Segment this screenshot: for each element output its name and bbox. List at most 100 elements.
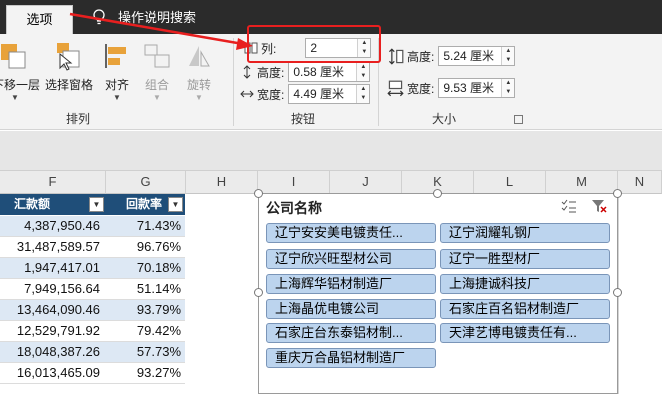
arrange-group-label: 排列 bbox=[66, 112, 91, 126]
slicer-item[interactable]: 石家庄百名铝材制造厂 bbox=[440, 299, 610, 319]
resize-handle[interactable] bbox=[613, 288, 622, 297]
resize-handle[interactable] bbox=[613, 189, 622, 198]
width-icon bbox=[240, 90, 254, 98]
group-icon bbox=[144, 44, 170, 68]
slicer-item[interactable]: 辽宁安安美电镀责任... bbox=[266, 223, 436, 243]
spinner-arrows[interactable]: ▲ ▼ bbox=[356, 85, 370, 103]
slicer-height-spinner[interactable]: 5.24 厘米 ▲ ▼ bbox=[438, 46, 516, 66]
cell-remittance[interactable]: 1,947,417.01 bbox=[24, 258, 100, 278]
filter-dropdown-icon[interactable]: ▼ bbox=[168, 197, 183, 212]
slicer-width-spinner[interactable]: 9.53 厘米 ▲ ▼ bbox=[438, 78, 516, 98]
cell-rate[interactable]: 93.27% bbox=[137, 363, 181, 383]
cell-remittance[interactable]: 16,013,465.09 bbox=[17, 363, 100, 383]
column-header-l[interactable]: L bbox=[474, 171, 546, 194]
height-icon bbox=[243, 65, 251, 79]
chevron-down-icon: ▼ bbox=[195, 93, 203, 102]
size-group-label: 大小 bbox=[432, 112, 457, 126]
slicer-item[interactable]: 辽宁一胜型材厂 bbox=[440, 249, 610, 269]
rotate-button[interactable]: 旋转 ▼ bbox=[183, 40, 215, 118]
resize-handle[interactable] bbox=[254, 288, 263, 297]
slicer-item[interactable]: 上海晶优电镀公司 bbox=[266, 299, 436, 319]
annotation-callout-box bbox=[247, 25, 381, 63]
lightbulb-icon[interactable] bbox=[92, 9, 106, 27]
clear-filter-icon[interactable] bbox=[591, 199, 607, 213]
slicer-height-value[interactable]: 5.24 厘米 bbox=[439, 47, 501, 65]
selection-pane-button[interactable]: 选择窗格 bbox=[44, 40, 94, 118]
button-width-row: 宽度: 4.49 厘米 ▲ ▼ bbox=[240, 84, 371, 104]
column-header-j[interactable]: J bbox=[330, 171, 402, 194]
cell-rate[interactable]: 96.76% bbox=[137, 237, 181, 257]
height-icon bbox=[388, 47, 404, 65]
align-button[interactable]: 对齐 ▼ bbox=[101, 40, 133, 118]
cell-rate[interactable]: 79.42% bbox=[137, 321, 181, 341]
company-slicer[interactable]: 公司名称 辽宁安安美电镀责任... 辽宁润耀轧钢厂 辽宁欣兴旺型材公司 辽宁一胜… bbox=[258, 193, 618, 394]
formula-bar-area bbox=[0, 131, 662, 171]
resize-handle[interactable] bbox=[433, 189, 442, 198]
slicer-item[interactable]: 辽宁欣兴旺型材公司 bbox=[266, 249, 436, 269]
dialog-launcher-icon[interactable] bbox=[514, 115, 523, 124]
table-row: 18,048,387.26 57.73% bbox=[0, 342, 185, 363]
cell-remittance[interactable]: 18,048,387.26 bbox=[17, 342, 100, 362]
tell-me-search[interactable]: 操作说明搜索 bbox=[118, 9, 196, 27]
slicer-height-label: 高度: bbox=[407, 49, 435, 64]
cell-remittance[interactable]: 12,529,791.92 bbox=[17, 321, 100, 341]
column-header-h[interactable]: H bbox=[186, 171, 258, 194]
slicer-item[interactable]: 上海捷诚科技厂 bbox=[440, 274, 610, 294]
cell-rate[interactable]: 93.79% bbox=[137, 300, 181, 320]
filter-dropdown-icon[interactable]: ▼ bbox=[89, 197, 104, 212]
column-header-f[interactable]: F bbox=[0, 171, 106, 194]
slicer-item[interactable]: 重庆万合晶铝材制造厂 bbox=[266, 348, 436, 368]
table-row: 13,464,090.46 93.79% bbox=[0, 300, 185, 321]
button-height-value[interactable]: 0.58 厘米 bbox=[289, 63, 356, 81]
column-header-n[interactable]: N bbox=[618, 171, 662, 194]
table-header-row: 汇款额 ▼ 回款率 ▼ bbox=[0, 194, 185, 215]
selection-pane-label: 选择窗格 bbox=[44, 78, 93, 92]
column-header-m[interactable]: M bbox=[546, 171, 618, 194]
chevron-down-icon: ▼ bbox=[153, 93, 161, 102]
group-button[interactable]: 组合 ▼ bbox=[141, 40, 173, 118]
group-label: 组合 bbox=[144, 78, 169, 92]
slicer-item[interactable]: 辽宁润耀轧钢厂 bbox=[440, 223, 610, 243]
table-row: 1,947,417.01 70.18% bbox=[0, 258, 185, 279]
width-icon bbox=[387, 80, 404, 96]
slicer-item[interactable]: 天津艺博电镀责任有... bbox=[440, 323, 610, 343]
rotate-icon bbox=[189, 46, 210, 67]
buttons-group-label: 按钮 bbox=[291, 112, 316, 126]
button-width-spinner[interactable]: 4.49 厘米 ▲ ▼ bbox=[288, 84, 371, 104]
cell-rate[interactable]: 71.43% bbox=[137, 216, 181, 236]
cell-rate[interactable]: 70.18% bbox=[137, 258, 181, 278]
button-width-value[interactable]: 4.49 厘米 bbox=[289, 85, 356, 103]
column-header-g[interactable]: G bbox=[106, 171, 186, 194]
align-icon bbox=[105, 44, 126, 68]
send-backward-label: 下移一层 bbox=[0, 78, 41, 92]
table-row: 31,487,589.57 96.76% bbox=[0, 237, 185, 258]
slicer-width-value[interactable]: 9.53 厘米 bbox=[439, 79, 501, 97]
column-header-i[interactable]: I bbox=[258, 171, 330, 194]
multi-select-icon[interactable] bbox=[561, 199, 577, 213]
cell-remittance[interactable]: 31,487,589.57 bbox=[17, 237, 100, 257]
button-height-label: 高度: bbox=[257, 65, 285, 80]
slicer-item[interactable]: 石家庄台东泰铝材制... bbox=[266, 323, 436, 343]
slicer-title: 公司名称 bbox=[266, 200, 322, 216]
spinner-arrows[interactable]: ▲ ▼ bbox=[501, 79, 515, 97]
resize-handle[interactable] bbox=[254, 189, 263, 198]
button-height-row: 高度: 0.58 厘米 ▲ ▼ bbox=[240, 62, 371, 82]
spinner-arrows[interactable]: ▲ ▼ bbox=[501, 47, 515, 65]
button-height-spinner[interactable]: 0.58 厘米 ▲ ▼ bbox=[288, 62, 371, 82]
spinner-arrows[interactable]: ▲ ▼ bbox=[356, 63, 370, 81]
align-label: 对齐 bbox=[104, 78, 129, 92]
cell-remittance[interactable]: 4,387,950.46 bbox=[24, 216, 100, 236]
table-row: 7,949,156.64 51.14% bbox=[0, 279, 185, 300]
send-backward-icon bbox=[1, 44, 26, 69]
cell-rate[interactable]: 51.14% bbox=[137, 279, 181, 299]
table-row: 16,013,465.09 93.27% bbox=[0, 363, 185, 384]
group-divider bbox=[233, 38, 234, 126]
send-backward-button[interactable]: 下移一层 ▼ bbox=[0, 40, 41, 118]
cell-rate[interactable]: 57.73% bbox=[137, 342, 181, 362]
slicer-height-row: 高度: 5.24 厘米 ▲ ▼ bbox=[387, 46, 516, 66]
rotate-label: 旋转 bbox=[186, 78, 211, 92]
cell-remittance[interactable]: 7,949,156.64 bbox=[24, 279, 100, 299]
slicer-item[interactable]: 上海辉华铝材制造厂 bbox=[266, 274, 436, 294]
tab-options[interactable]: 选项 bbox=[6, 5, 73, 34]
cell-remittance[interactable]: 13,464,090.46 bbox=[17, 300, 100, 320]
